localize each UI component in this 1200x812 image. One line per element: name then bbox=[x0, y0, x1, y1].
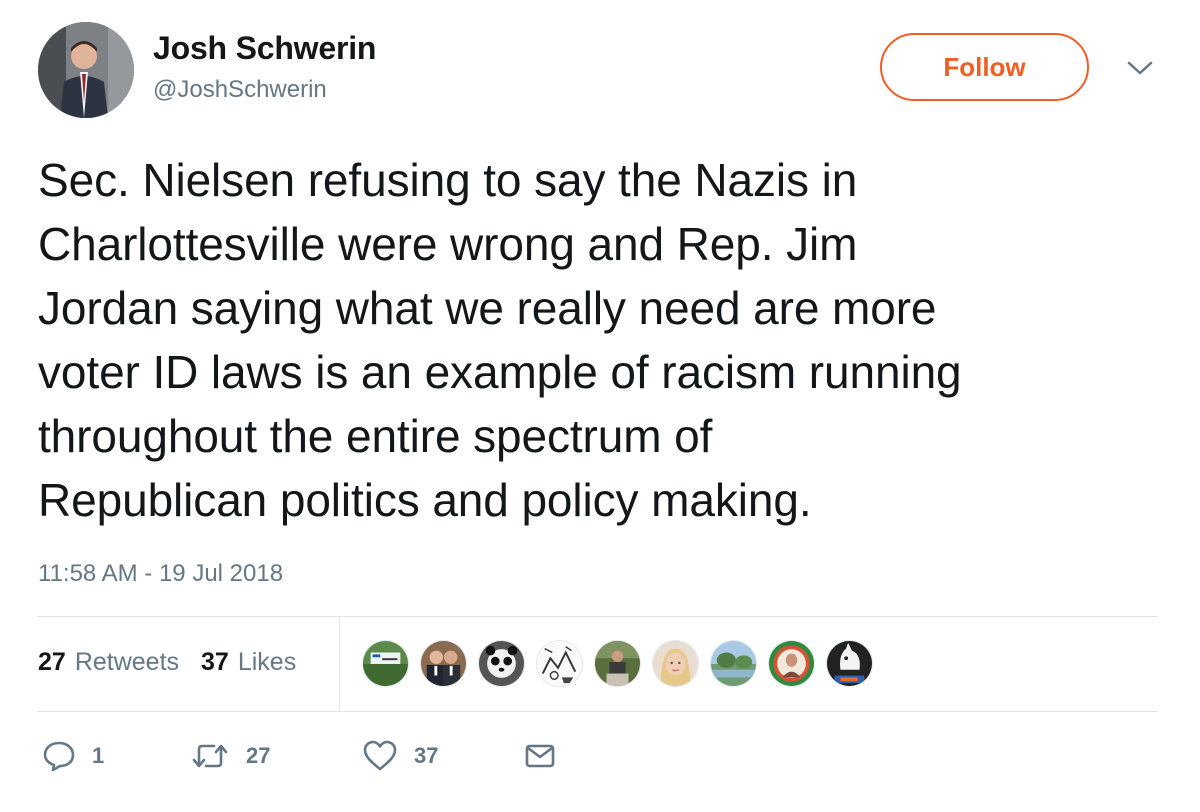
heart-icon bbox=[363, 740, 397, 771]
reply-button[interactable]: 1 bbox=[42, 736, 104, 776]
user-handle[interactable]: @JoshSchwerin bbox=[153, 76, 327, 104]
liker-avatar[interactable] bbox=[826, 640, 873, 687]
like-button[interactable]: 37 bbox=[362, 736, 438, 776]
tweet-line: voter ID laws is an example of racism ru… bbox=[38, 346, 962, 398]
liker-avatars bbox=[362, 640, 873, 687]
stats-divider bbox=[339, 617, 340, 711]
tweet-actions: 1 27 37 bbox=[38, 736, 598, 776]
divider bbox=[38, 616, 1158, 617]
liker-avatar[interactable] bbox=[478, 640, 525, 687]
retweets-stat[interactable]: 27 Retweets bbox=[38, 648, 179, 677]
display-name[interactable]: Josh Schwerin bbox=[153, 30, 376, 67]
liker-avatar[interactable] bbox=[536, 640, 583, 687]
tweet-line: Sec. Nielsen refusing to say the Nazis i… bbox=[38, 154, 858, 206]
liker-avatar[interactable] bbox=[710, 640, 757, 687]
tweet-timestamp[interactable]: 11:58 AM - 19 Jul 2018 bbox=[38, 560, 283, 588]
likes-label: Likes bbox=[237, 648, 297, 676]
like-count: 37 bbox=[414, 743, 439, 768]
retweet-icon bbox=[192, 744, 228, 768]
direct-message-button[interactable] bbox=[524, 736, 556, 776]
tweet-card: Josh Schwerin @JoshSchwerin Follow Sec. … bbox=[0, 0, 1200, 812]
liker-avatar[interactable] bbox=[362, 640, 409, 687]
tweet-stats: 27 Retweets 37 Likes bbox=[38, 648, 296, 677]
liker-avatar[interactable] bbox=[420, 640, 467, 687]
likes-count: 37 bbox=[201, 648, 229, 676]
likes-stat[interactable]: 37 Likes bbox=[201, 648, 296, 677]
tweet-line: Charlottesville were wrong and Rep. Jim bbox=[38, 218, 858, 270]
tweet-line: Republican politics and policy making. bbox=[38, 474, 812, 526]
retweet-count: 27 bbox=[246, 743, 271, 768]
retweet-button[interactable]: 27 bbox=[190, 736, 270, 776]
retweets-label: Retweets bbox=[74, 648, 180, 676]
avatar[interactable] bbox=[38, 22, 134, 118]
liker-avatar[interactable] bbox=[652, 640, 699, 687]
envelope-icon bbox=[525, 744, 555, 768]
tweet-line: throughout the entire spectrum of bbox=[38, 410, 713, 462]
liker-avatar[interactable] bbox=[594, 640, 641, 687]
liker-avatar[interactable] bbox=[768, 640, 815, 687]
retweets-count: 27 bbox=[38, 648, 66, 676]
reply-icon bbox=[43, 741, 75, 772]
chevron-down-icon[interactable] bbox=[1126, 58, 1154, 78]
follow-button[interactable]: Follow bbox=[880, 33, 1089, 101]
tweet-text: Sec. Nielsen refusing to say the Nazis i… bbox=[38, 148, 1168, 532]
divider bbox=[38, 711, 1158, 712]
reply-count: 1 bbox=[92, 743, 105, 768]
tweet-line: Jordan saying what we really need are mo… bbox=[38, 282, 937, 334]
